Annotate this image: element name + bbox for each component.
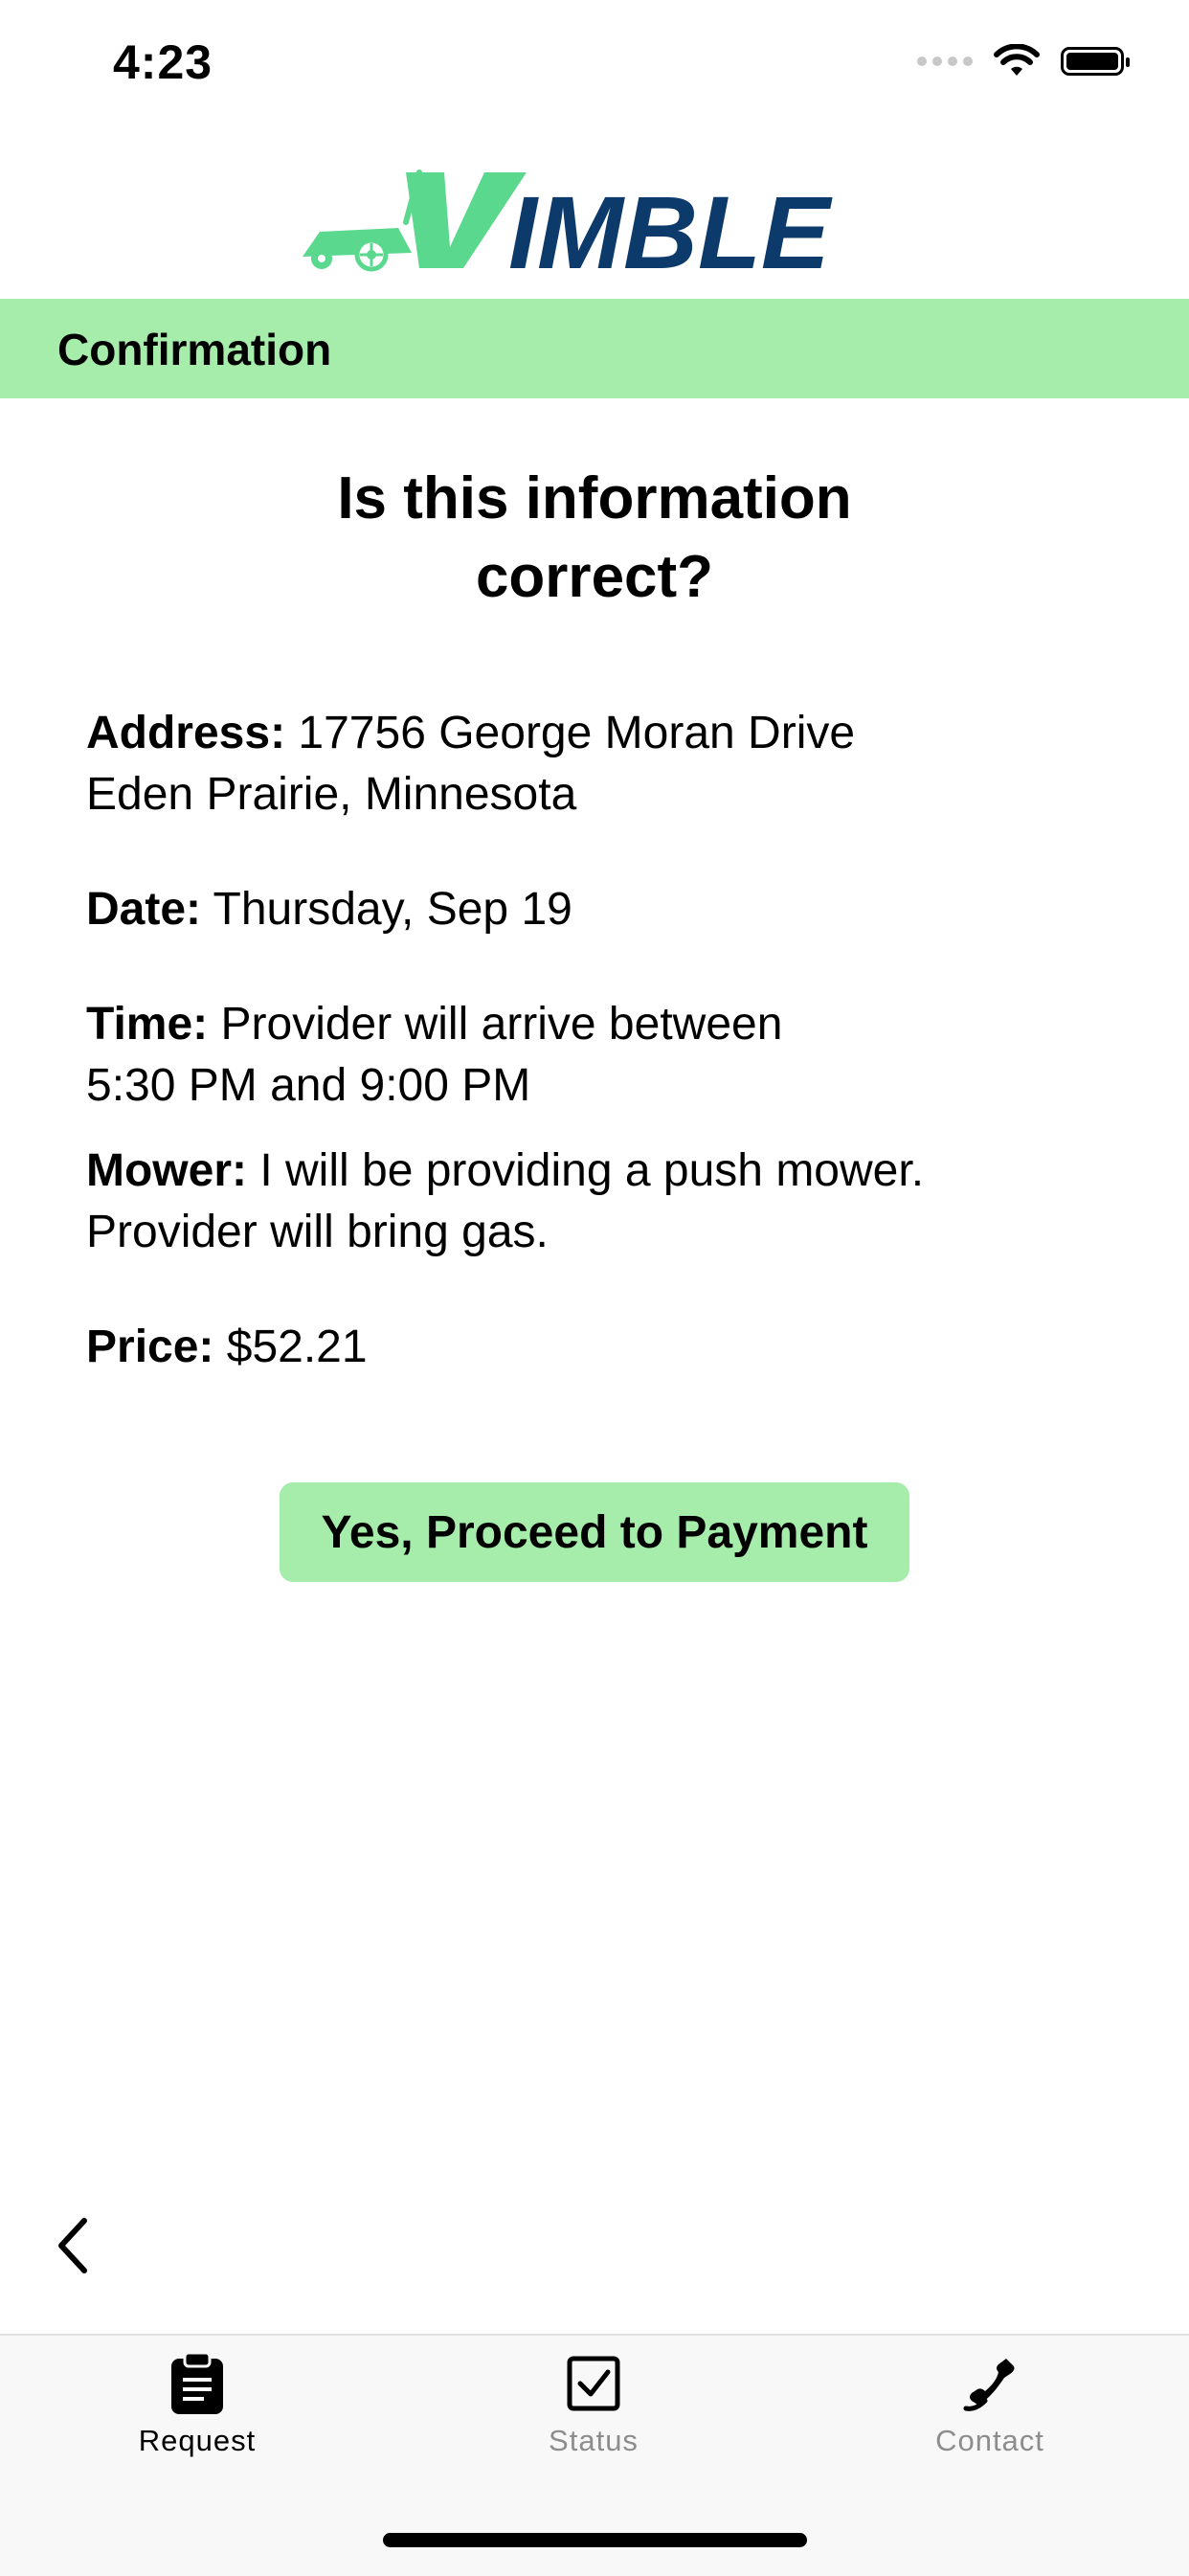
- address-detail: Address: 17756 George Moran Drive Eden P…: [86, 703, 855, 825]
- price-label: Price:: [86, 1322, 214, 1372]
- tab-contact-label: Contact: [935, 2424, 1044, 2457]
- address-line-2: Eden Prairie, Minnesota: [86, 769, 577, 820]
- tab-status-label: Status: [549, 2424, 639, 2457]
- mower-line-2: Provider will bring gas.: [86, 1207, 549, 1257]
- price-detail: Price: $52.21: [86, 1317, 368, 1378]
- back-button[interactable]: [38, 2203, 107, 2289]
- mower-label: Mower:: [86, 1145, 247, 1196]
- time-detail: Time: Provider will arrive between 5:30 …: [86, 994, 782, 1117]
- mower-detail: Mower: I will be providing a push mower.…: [86, 1141, 924, 1263]
- clipboard-icon: [171, 2351, 223, 2414]
- price-value: $52.21: [226, 1322, 368, 1372]
- battery-icon: [1061, 47, 1130, 76]
- time-line-2: 5:30 PM and 9:00 PM: [86, 1060, 531, 1111]
- status-icons: [917, 44, 1130, 79]
- tab-request[interactable]: Request: [73, 2351, 322, 2458]
- logo-wordmark: IMBLE: [508, 174, 833, 278]
- address-line-1: 17756 George Moran Drive: [298, 708, 856, 758]
- proceed-to-payment-button[interactable]: Yes, Proceed to Payment: [280, 1482, 909, 1582]
- confirmation-question: Is this information correct?: [0, 460, 1189, 617]
- date-detail: Date: Thursday, Sep 19: [86, 879, 572, 940]
- phone-icon: [963, 2359, 1015, 2411]
- signal-icon: [917, 56, 973, 66]
- question-line-2: correct?: [475, 544, 714, 610]
- chevron-left-icon: [58, 2218, 87, 2273]
- lawn-mower-icon: [303, 169, 422, 272]
- mower-line-1: I will be providing a push mower.: [259, 1145, 925, 1196]
- tab-request-label: Request: [138, 2424, 257, 2457]
- question-line-1: Is this information: [337, 465, 852, 531]
- home-indicator: [383, 2533, 807, 2547]
- page-title: Confirmation: [57, 325, 332, 374]
- wifi-icon: [994, 44, 1040, 76]
- checkbox-icon: [567, 2356, 620, 2411]
- date-value: Thursday, Sep 19: [213, 884, 572, 935]
- tab-contact[interactable]: Contact: [865, 2351, 1114, 2458]
- vimble-logo: IMBLE: [303, 169, 833, 278]
- time-label: Time:: [86, 999, 209, 1050]
- address-label: Address:: [86, 708, 286, 758]
- time-line-1: Provider will arrive between: [220, 999, 783, 1050]
- status-time: 4:23: [113, 35, 213, 89]
- date-label: Date:: [86, 884, 202, 935]
- tab-status[interactable]: Status: [469, 2351, 718, 2458]
